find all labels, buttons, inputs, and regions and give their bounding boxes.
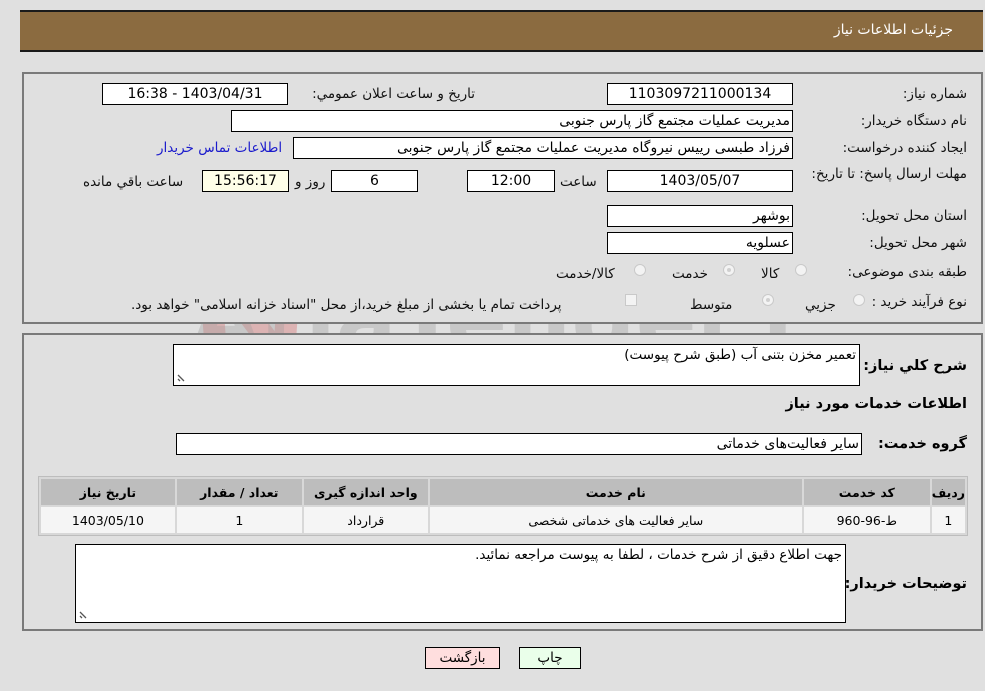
cell-unit: قرارداد [303,507,428,533]
deadline-time-label: ساعت [560,174,597,190]
purchase-radio-medium[interactable] [762,294,774,306]
deadline-label: مهلت ارسال پاسخ: تا تاريخ: [811,166,967,182]
col-service-code: كد خدمت [803,479,930,505]
requester-field: فرزاد طبسی رییس نیروگاه مدیریت عملیات مج… [293,137,793,159]
back-button[interactable]: بازگشت [425,647,500,669]
buyer-notes-text: جهت اطلاع دقيق از شرح خدمات ، لطفا به پی… [475,547,842,563]
deadline-date-field: 1403/05/07 [607,170,793,192]
col-quantity: تعداد / مقدار [176,479,302,505]
cell-service-code: ط-96-960 [803,507,930,533]
city-label: شهر محل تحويل: [869,235,967,251]
category-goods-label: كالا [761,266,780,282]
print-button[interactable]: چاپ [519,647,581,669]
time-remaining-label: ساعت باقي مانده [83,174,184,190]
resize-grip-icon[interactable] [79,609,89,619]
announce-datetime-label: تاریخ و ساعت اعلان عمومي: [312,86,475,102]
cell-quantity: 1 [176,507,302,533]
days-remaining-field: 6 [331,170,418,192]
need-number-field: 1103097211000134 [607,83,793,105]
requester-label: ايجاد كننده درخواست: [842,140,967,156]
days-label: روز و [295,174,326,190]
col-service-name: نام خدمت [429,479,802,505]
cell-service-name: ساير فعاليت هاى خدماتى شخصى [429,507,802,533]
col-need-date: تاريخ نياز [41,479,175,505]
category-radio-goods-service[interactable] [634,264,646,276]
resize-grip-icon[interactable] [177,372,187,382]
category-goods-service-label: كالا/خدمت [556,266,615,282]
purchase-medium-label: متوسط [690,297,733,313]
buyer-notes-label: توضيحات خريدار: [844,576,967,592]
general-desc-textarea[interactable]: تعمیر مخزن بتنی آب (طبق شرح پیوست) [173,344,860,386]
city-field: عسلويه [607,232,793,254]
purchase-type-label: نوع فرآيند خريد : [871,294,967,310]
cell-need-date: 1403/05/10 [41,507,175,533]
table-row: 1 ط-96-960 ساير فعاليت هاى خدماتى شخصى ق… [41,507,965,533]
buyer-notes-textarea[interactable]: جهت اطلاع دقيق از شرح خدمات ، لطفا به پی… [75,544,846,623]
page-header: جزئیات اطلاعات نیاز [20,10,983,52]
time-remaining-field: 15:56:17 [202,170,289,192]
col-unit: واحد اندازه گيری [303,479,428,505]
general-desc-text: تعمیر مخزن بتنی آب (طبق شرح پیوست) [624,347,856,363]
purchase-minor-label: جزيي [805,297,836,313]
category-service-label: خدمت [672,266,708,282]
buyer-org-field: مديريت عمليات مجتمع گاز پارس جنوبی [231,110,793,132]
province-field: بوشهر [607,205,793,227]
category-radio-service[interactable] [723,264,735,276]
need-number-label: شماره نیاز: [902,86,967,102]
category-label: طبقه بندی موضوعی: [847,264,967,280]
province-label: استان محل تحويل: [861,208,967,224]
announce-datetime-field: 1403/04/31 - 16:38 [102,83,288,105]
buyer-org-label: نام دستگاه خريدار: [860,113,967,129]
col-row-number: رديف [931,479,965,505]
general-desc-label: شرح كلي نياز: [863,358,967,374]
cell-row-number: 1 [931,507,965,533]
service-group-field: ساير فعاليت‌هاى خدماتى [176,433,862,455]
purchase-radio-minor[interactable] [853,294,865,306]
table-header-row: رديف كد خدمت نام خدمت واحد اندازه گيری ت… [41,479,965,505]
service-group-label: گروه خدمت: [877,436,967,452]
services-heading: اطلاعات خدمات مورد نياز [785,396,967,412]
services-table: رديف كد خدمت نام خدمت واحد اندازه گيری ت… [38,476,968,536]
buyer-contact-link[interactable]: اطلاعات تماس خريدار [157,140,282,156]
page-title: جزئیات اطلاعات نیاز [833,22,953,38]
treasury-checkbox[interactable] [625,294,637,306]
deadline-time-field: 12:00 [467,170,555,192]
treasury-note: پرداخت تمام يا بخشی از مبلغ خريد،از محل … [131,297,562,313]
category-radio-goods[interactable] [795,264,807,276]
